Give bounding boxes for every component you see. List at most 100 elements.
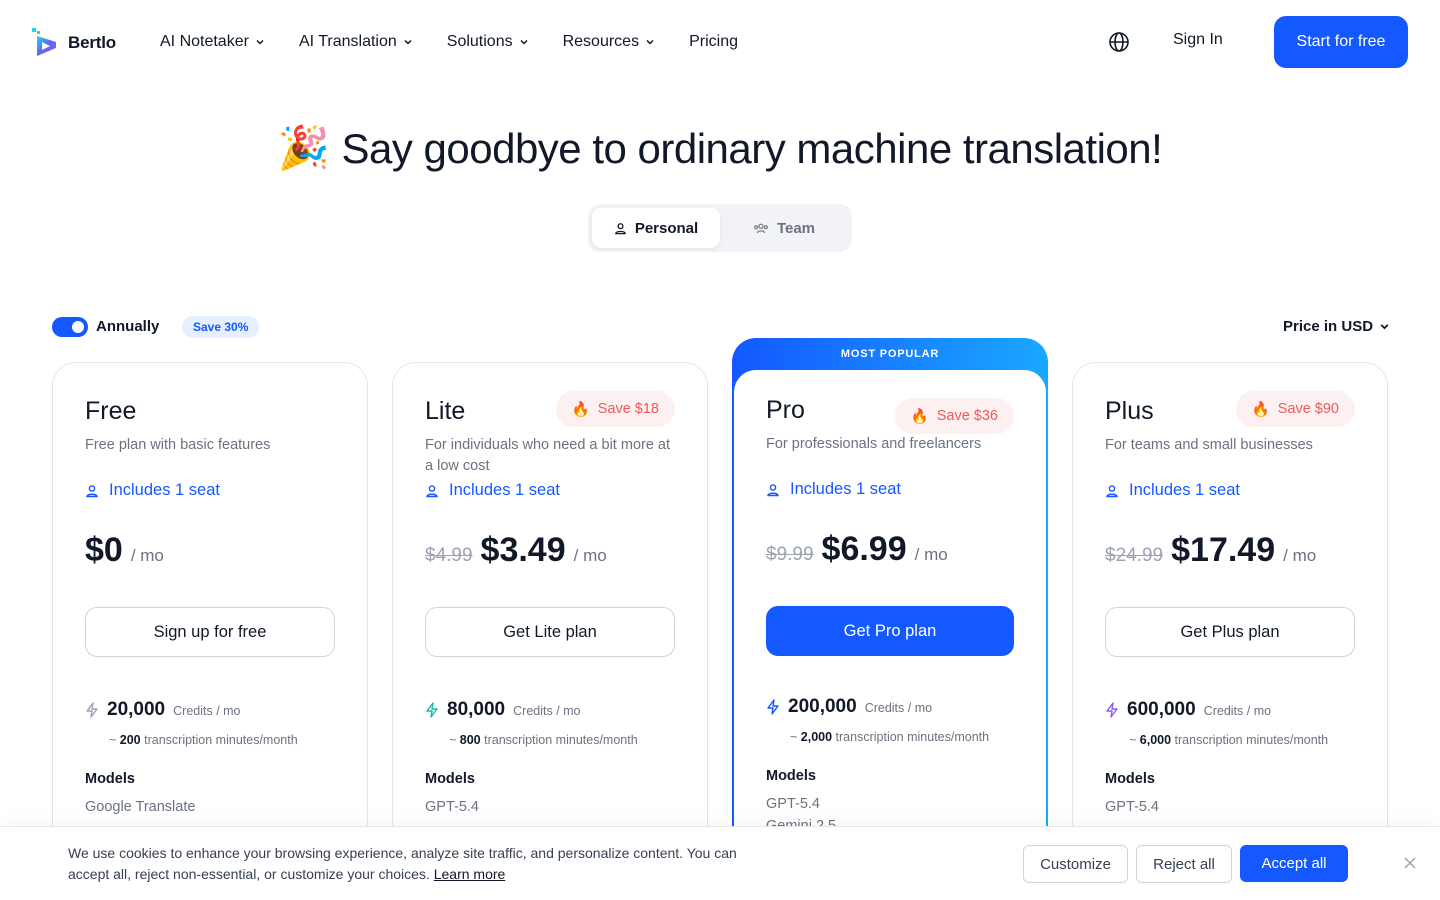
price-period: / mo <box>573 546 607 565</box>
transcription-minutes: ~ 800 transcription minutes/month <box>449 733 638 747</box>
user-icon <box>615 222 626 234</box>
chevron-down-icon <box>256 39 264 45</box>
minutes-amount: 6,000 <box>1139 733 1172 747</box>
customize-button[interactable]: Customize <box>1023 845 1128 883</box>
seat-label: Includes 1 seat <box>109 481 220 499</box>
model-item: GPT-5.4 <box>1105 799 1159 815</box>
reject-all-button[interactable]: Reject all <box>1136 845 1232 883</box>
site-header: Bertlo AI Notetaker AI Translation Solut… <box>0 0 1440 84</box>
transcription-minutes: ~ 6,000 transcription minutes/month <box>1129 733 1329 747</box>
bolt-icon <box>86 702 98 718</box>
models-heading: Models <box>425 771 475 787</box>
get-lite-plan-button[interactable]: Get Lite plan <box>425 607 675 657</box>
tab-team[interactable]: Team <box>720 208 848 248</box>
original-price: $4.99 <box>425 545 473 566</box>
minutes-suffix: transcription minutes/month <box>484 733 638 747</box>
nav-label: AI Translation <box>298 33 397 50</box>
seat-label: Includes 1 seat <box>790 480 901 498</box>
user-icon <box>86 484 98 497</box>
plan-credits: 200,000 Credits / mo <box>766 696 932 718</box>
close-icon[interactable] <box>1402 855 1418 871</box>
save-badge: 🔥 Save $90 <box>1235 391 1355 427</box>
price-period: / mo <box>1283 546 1317 565</box>
brand-name: Bertlo <box>68 33 116 52</box>
plan-type-switcher: Personal Team <box>588 204 852 252</box>
models-heading: Models <box>1105 771 1155 787</box>
nav-ai-notetaker[interactable]: AI Notetaker <box>160 30 265 54</box>
currency-selector[interactable]: Price in USD <box>1283 318 1390 335</box>
credits-amount: 80,000 <box>447 699 506 720</box>
nav-label: AI Notetaker <box>160 33 249 50</box>
plan-price: $24.99 $17.49 / mo <box>1105 531 1316 570</box>
save-label: Save $90 <box>1277 401 1339 417</box>
nav-solutions[interactable]: Solutions <box>447 30 529 54</box>
nav-resources[interactable]: Resources <box>563 30 655 54</box>
plan-seat-info: Includes 1 seat <box>766 480 901 499</box>
plan-name: Lite <box>425 397 466 425</box>
sign-in-link[interactable]: Sign In <box>1173 31 1223 49</box>
plan-name: Plus <box>1105 397 1154 425</box>
save-percent-badge: Save 30% <box>182 316 260 338</box>
plan-price: $0 / mo <box>85 531 164 570</box>
user-icon <box>1106 484 1118 497</box>
plan-seat-info: Includes 1 seat <box>425 481 560 500</box>
plan-price: $9.99 $6.99 / mo <box>766 530 948 569</box>
plan-price: $4.99 $3.49 / mo <box>425 531 607 570</box>
model-item: GPT-5.4 <box>766 796 820 812</box>
cookie-message: We use cookies to enhance your browsing … <box>68 843 738 885</box>
fire-icon: 🔥 <box>1251 401 1270 418</box>
annual-billing-toggle[interactable] <box>52 317 88 337</box>
models-heading: Models <box>766 768 816 784</box>
user-icon <box>767 483 779 496</box>
credits-unit: Credits / mo <box>513 704 581 718</box>
most-popular-banner: MOST POPULAR <box>840 348 940 360</box>
model-item: GPT-5.4 <box>425 799 479 815</box>
get-pro-plan-button[interactable]: Get Pro plan <box>766 606 1014 656</box>
plan-name: Pro <box>766 396 805 424</box>
billing-period-label: Annually <box>96 318 160 335</box>
plan-credits: 80,000 Credits / mo <box>425 699 581 721</box>
tab-personal[interactable]: Personal <box>592 208 720 248</box>
plan-credits: 20,000 Credits / mo <box>85 699 241 721</box>
save-badge: 🔥 Save $36 <box>894 398 1014 434</box>
chevron-down-icon <box>520 39 528 45</box>
minutes-suffix: transcription minutes/month <box>1174 733 1329 747</box>
fire-icon: 🔥 <box>571 401 590 418</box>
globe-icon[interactable] <box>1107 30 1131 54</box>
cookie-banner: We use cookies to enhance your browsing … <box>0 826 1440 900</box>
start-for-free-button[interactable]: Start for free <box>1274 16 1408 68</box>
sign-up-free-button[interactable]: Sign up for free <box>85 607 335 657</box>
accept-all-button[interactable]: Accept all <box>1240 845 1348 882</box>
chevron-down-icon <box>404 39 412 45</box>
model-item: Google Translate <box>85 799 196 815</box>
learn-more-link[interactable]: Learn more <box>434 866 506 882</box>
user-icon <box>426 484 438 497</box>
chevron-down-icon <box>1380 324 1389 330</box>
nav-label: Resources <box>562 33 640 50</box>
nav-pricing[interactable]: Pricing <box>689 30 738 54</box>
bolt-icon <box>426 702 438 718</box>
bolt-icon <box>1106 702 1118 718</box>
save-label: Save $36 <box>936 408 998 424</box>
credits-amount: 20,000 <box>107 699 166 720</box>
credits-amount: 200,000 <box>788 696 857 717</box>
currency-label: Price in USD <box>1283 318 1374 335</box>
get-plus-plan-button[interactable]: Get Plus plan <box>1105 607 1355 657</box>
chevron-down-icon <box>646 39 654 45</box>
plan-description: For teams and small businesses <box>1105 437 1313 453</box>
credits-unit: Credits / mo <box>173 704 241 718</box>
current-price: $0 <box>85 531 123 569</box>
original-price: $24.99 <box>1105 545 1164 566</box>
plan-seat-info: Includes 1 seat <box>85 481 220 500</box>
nav-ai-translation[interactable]: AI Translation <box>299 30 413 54</box>
bolt-icon <box>767 699 779 715</box>
minutes-suffix: transcription minutes/month <box>144 733 298 747</box>
models-heading: Models <box>85 771 135 787</box>
tab-label: Personal <box>634 219 699 237</box>
current-price: $17.49 <box>1171 531 1276 569</box>
seat-label: Includes 1 seat <box>1129 481 1240 499</box>
minutes-suffix: transcription minutes/month <box>835 730 990 744</box>
brand-logo[interactable]: Bertlo <box>32 28 116 58</box>
tab-label: Team <box>776 219 816 237</box>
nav-label: Solutions <box>446 33 513 50</box>
